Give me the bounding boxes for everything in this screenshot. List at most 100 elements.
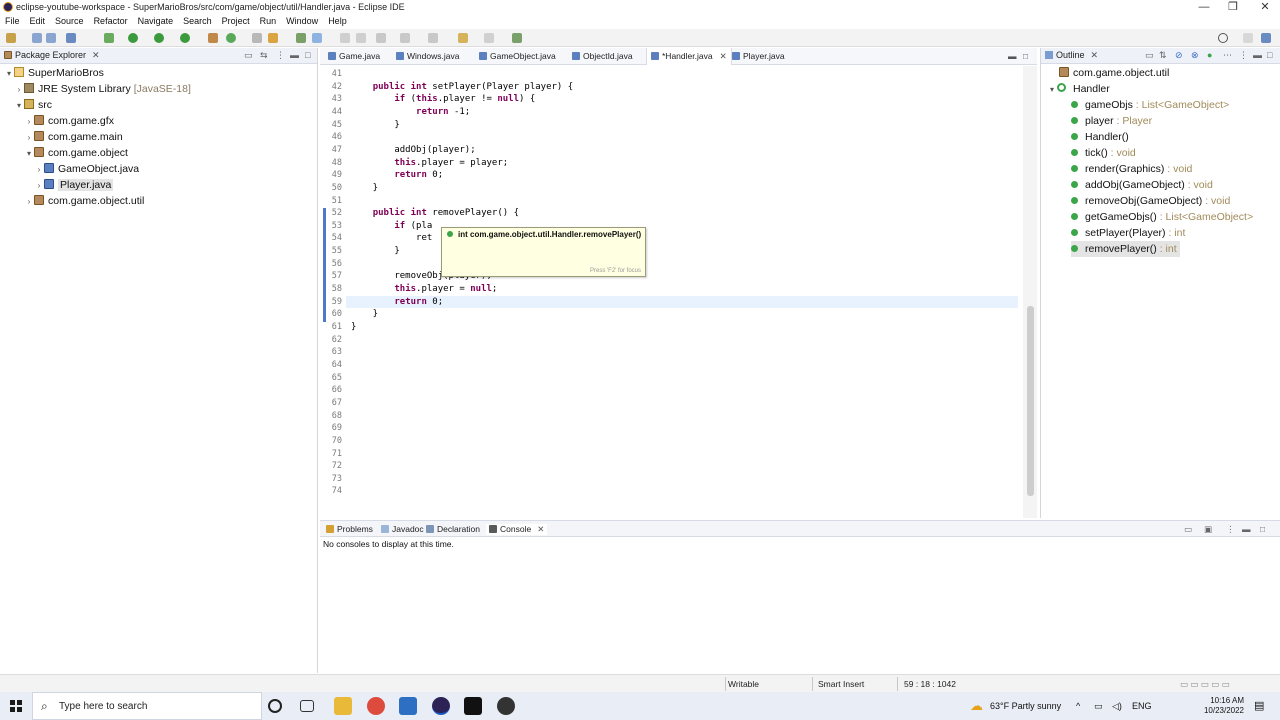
menu-refactor[interactable]: Refactor [89,15,133,26]
file-explorer-icon[interactable] [334,697,352,715]
menu-help[interactable]: Help [323,15,352,26]
outline-member[interactable]: setPlayer(Player) : int [1071,225,1185,241]
expand-twisty-icon[interactable]: › [34,162,44,178]
vertical-scrollbar[interactable] [1023,66,1037,518]
menu-search[interactable]: Search [178,15,217,26]
notification-icon[interactable]: ▤ [1254,699,1264,712]
maximize-view-icon[interactable]: □ [305,50,310,60]
show-whitespace-icon[interactable] [340,33,350,43]
minimize-view-icon[interactable]: ▬ [1253,50,1262,60]
toggle-mark-icon[interactable] [296,33,306,43]
tab-console[interactable]: Console ✕ [486,524,548,535]
tree-item-package-object[interactable]: ▾ com.game.object [24,145,128,161]
new-class-icon[interactable] [226,33,236,43]
tab-windows-java[interactable]: Windows.java [396,51,459,61]
tree-item-project[interactable]: ▾ SuperMarioBros [4,65,104,81]
tab-objectid-java[interactable]: ObjectId.java [572,51,633,61]
code-line[interactable]: this.player = null; [351,284,497,294]
tray-overflow-icon[interactable]: ^ [1076,701,1080,711]
menu-source[interactable]: Source [50,15,89,26]
code-line[interactable]: return 0; [351,297,443,307]
hide-static-icon[interactable]: ⊗ [1191,50,1199,61]
tab-problems[interactable]: Problems [326,524,373,534]
close-icon[interactable]: ✕ [720,51,727,61]
tab-declaration[interactable]: Declaration [426,524,480,534]
hide-fields-icon[interactable]: ⊘ [1175,50,1183,61]
status-insert-mode[interactable]: Smart Insert [818,679,864,689]
tab-gameobject-java[interactable]: GameObject.java [479,51,556,61]
external-tools-icon[interactable] [180,33,190,43]
code-line[interactable]: } [351,322,356,332]
expand-twisty-icon[interactable]: ▾ [14,98,24,114]
windows-start-icon[interactable] [10,700,22,712]
save-icon[interactable] [32,33,42,43]
open-terminal-icon[interactable] [66,33,76,43]
pin-editor-icon[interactable] [512,33,522,43]
last-edit-icon[interactable] [428,33,438,43]
prev-annotation-icon[interactable] [400,33,410,43]
outline-member[interactable]: getGameObjs() : List<GameObject> [1071,209,1253,225]
code-line[interactable]: addObj(player); [351,145,475,155]
tab-player-java[interactable]: Player.java [732,51,785,61]
display-console-icon[interactable]: ▭ [1184,524,1192,535]
code-line[interactable]: this.player = player; [351,158,508,168]
menu-project[interactable]: Project [217,15,255,26]
terminal-icon[interactable] [464,697,482,715]
expand-twisty-icon[interactable]: › [14,82,24,98]
outline-member[interactable]: tick() : void [1071,145,1136,161]
close-icon[interactable]: ✕ [1091,50,1099,60]
notepad-icon[interactable] [399,697,417,715]
expand-twisty-icon[interactable]: ▾ [1047,82,1057,98]
expand-twisty-icon[interactable]: ▾ [24,146,34,162]
menu-window[interactable]: Window [281,15,323,26]
tree-item-src[interactable]: ▾ src [14,97,52,113]
outline-member[interactable]: removePlayer() : int [1071,241,1180,257]
tab-game-java[interactable]: Game.java [328,51,380,61]
view-menu-icon[interactable]: ⋮ [276,50,285,61]
code-line[interactable]: if (this.player != null) { [351,94,535,104]
volume-icon[interactable]: ◁) [1112,701,1122,712]
close-icon[interactable]: ✕ [537,524,544,534]
next-annotation-icon[interactable] [376,33,386,43]
menu-run[interactable]: Run [255,15,282,26]
maximize-button[interactable]: ❐ [1218,0,1248,15]
pilcrow-icon[interactable] [356,33,366,43]
outline-member[interactable]: player : Player [1071,113,1152,129]
search-toolbar-icon[interactable] [268,33,278,43]
minimize-view-icon[interactable]: ▬ [290,50,299,60]
toggle-block-icon[interactable] [312,33,322,43]
outline-member[interactable]: addObj(GameObject) : void [1071,177,1213,193]
tab-handler-java[interactable]: *Handler.java ✕ [646,48,732,65]
taskbar-search[interactable]: ⌕ Type here to search [32,692,262,720]
open-perspective-icon[interactable] [1243,33,1253,43]
sort-icon[interactable]: ⇅ [1159,50,1167,61]
outline-member[interactable]: Handler() [1071,129,1129,145]
view-menu-icon[interactable]: ⋮ [1239,50,1248,61]
code-line[interactable]: } [351,309,378,319]
outline-member[interactable]: gameObjs : List<GameObject> [1071,97,1229,113]
code-line[interactable]: ret [351,233,432,243]
taskbar-clock[interactable]: 10:16 AM 10/23/2022 [1204,696,1244,716]
task-view-icon[interactable] [300,700,314,712]
minimize-button[interactable]: — [1189,0,1219,15]
hide-local-types-icon[interactable]: ⋯ [1223,50,1232,61]
minimize-editor-icon[interactable]: ▬ [1008,51,1017,61]
view-menu-icon[interactable]: ⋮ [1226,524,1235,535]
maximize-view-icon[interactable]: □ [1267,50,1272,60]
menu-file[interactable]: File [0,15,25,26]
tree-item-package-gfx[interactable]: › com.game.gfx [24,113,114,129]
search-icon[interactable] [1218,33,1228,43]
heap-icon[interactable]: ▭ ▭ ▭ ▭ ▭ [1180,679,1230,690]
eclipse-taskbar-icon[interactable] [432,697,450,715]
code-line[interactable]: public int removePlayer() { [351,208,519,218]
link-editor-icon[interactable]: ⇆ [260,50,268,61]
tree-item-gameobject-java[interactable]: › GameObject.java [34,161,139,177]
outline-package[interactable]: com.game.object.util [1059,65,1169,81]
tab-outline[interactable]: Outline ✕ [1045,50,1098,61]
new-icon[interactable] [6,33,16,43]
debug-icon[interactable] [104,33,114,43]
obs-icon[interactable] [497,697,515,715]
tab-javadoc[interactable]: Javadoc [381,524,424,534]
tree-item-package-util[interactable]: › com.game.object.util [24,193,144,209]
language-indicator[interactable]: ENG [1132,701,1152,711]
